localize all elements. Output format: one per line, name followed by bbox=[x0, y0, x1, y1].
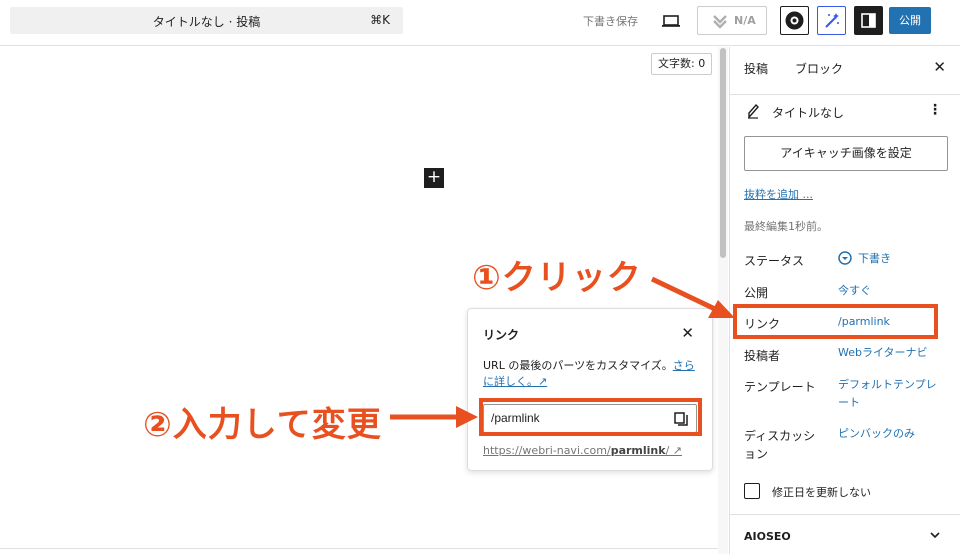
word-count-badge: 文字数: 0 bbox=[651, 53, 713, 75]
close-icon[interactable]: ✕ bbox=[681, 324, 694, 342]
discussion-value[interactable]: ピンバックのみ bbox=[838, 425, 915, 443]
sidebar-divider bbox=[730, 514, 960, 515]
highlight-link-row bbox=[733, 304, 938, 339]
annotation-step1: ①クリック bbox=[472, 258, 642, 298]
sidebar-toggle-button[interactable] bbox=[854, 6, 883, 35]
sidebar-panel-icon bbox=[861, 13, 876, 28]
settings-gear-button[interactable] bbox=[780, 6, 809, 35]
status-value-text: 下書き bbox=[858, 252, 891, 265]
publish-button[interactable]: 公開 bbox=[889, 7, 931, 34]
author-label: 投稿者 bbox=[744, 349, 781, 363]
aioseo-icon bbox=[713, 15, 727, 29]
highlight-slug-field bbox=[479, 398, 702, 436]
editor-header: タイトルなし · 投稿 ⌘K 下書き保存 N/A 公開 bbox=[0, 0, 960, 46]
template-value[interactable]: デフォルトテンプレート bbox=[838, 376, 943, 412]
permalink-url-link[interactable]: https://webri-navi.com/parmlink/ ↗ bbox=[483, 444, 682, 457]
magic-wand-icon bbox=[825, 13, 839, 28]
command-palette-button[interactable]: タイトルなし · 投稿 ⌘K bbox=[10, 7, 403, 34]
more-options-icon[interactable]: ⋮ bbox=[928, 102, 942, 118]
link-popover: リンク ✕ URL の最後のパーツをカスタマイズ。さらに詳しく。↗ https:… bbox=[467, 308, 713, 471]
aioseo-panel-title[interactable]: AIOSEO bbox=[744, 530, 791, 543]
discussion-label: ディスカッション bbox=[744, 429, 816, 461]
post-pen-icon bbox=[748, 103, 759, 119]
add-excerpt-link[interactable]: 抜粋を追加 ... bbox=[744, 186, 813, 202]
popover-title: リンク bbox=[483, 328, 520, 342]
preview-desktop-icon[interactable] bbox=[660, 10, 682, 32]
description-text: URL の最後のパーツをカスタマイズ。 bbox=[483, 359, 673, 372]
publish-date-value[interactable]: 今すぐ bbox=[838, 282, 871, 300]
post-title-label: タイトルなし bbox=[772, 106, 845, 120]
set-featured-image-button[interactable]: アイキャッチ画像を設定 bbox=[744, 136, 948, 171]
editor-footer-divider bbox=[0, 548, 718, 549]
chevron-down-icon[interactable] bbox=[928, 528, 942, 542]
dont-update-modified-checkbox[interactable] bbox=[744, 483, 760, 499]
annotation-step2: ②入力して変更 bbox=[143, 405, 382, 445]
last-edited-text: 最終編集1秒前。 bbox=[744, 220, 828, 233]
editor-scroll-thumb[interactable] bbox=[720, 48, 726, 258]
publish-date-label: 公開 bbox=[744, 286, 769, 300]
settings-sidebar: 投稿 ブロック ✕ タイトルなし ⋮ アイキャッチ画像を設定 抜粋を追加 ...… bbox=[729, 47, 960, 554]
save-draft-button[interactable]: 下書き保存 bbox=[583, 13, 638, 29]
add-block-button[interactable]: + bbox=[424, 168, 444, 188]
shortcut-hint: ⌘K bbox=[370, 13, 390, 27]
document-title: タイトルなし · 投稿 bbox=[152, 15, 261, 29]
draft-status-icon bbox=[838, 251, 852, 265]
template-label: テンプレート bbox=[744, 380, 816, 394]
status-value[interactable]: 下書き bbox=[838, 250, 891, 268]
arrow-step2 bbox=[390, 406, 478, 428]
gear-icon bbox=[785, 11, 804, 30]
tab-block[interactable]: ブロック bbox=[795, 60, 843, 77]
ai-assistant-button[interactable] bbox=[817, 6, 846, 35]
permalink-url-suffix: / ↗ bbox=[665, 444, 682, 457]
seo-score-button[interactable]: N/A bbox=[697, 6, 767, 35]
popover-description: URL の最後のパーツをカスタマイズ。さらに詳しく。↗ bbox=[483, 358, 698, 390]
dont-update-modified-label: 修正日を更新しない bbox=[772, 486, 871, 499]
tab-post[interactable]: 投稿 bbox=[744, 60, 768, 77]
status-label: ステータス bbox=[744, 254, 805, 268]
author-value[interactable]: Webライターナビ bbox=[838, 344, 928, 362]
permalink-url-prefix: https://webri-navi.com/ bbox=[483, 444, 611, 457]
sidebar-tabs: 投稿 ブロック ✕ bbox=[730, 47, 960, 95]
permalink-url-slug: parmlink bbox=[610, 444, 666, 457]
seo-score-label: N/A bbox=[734, 14, 756, 27]
close-sidebar-icon[interactable]: ✕ bbox=[933, 58, 946, 76]
